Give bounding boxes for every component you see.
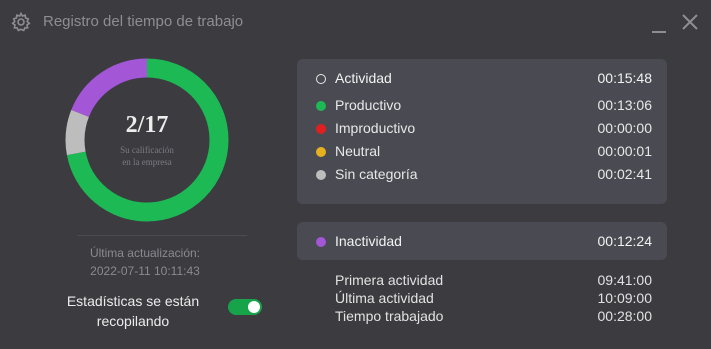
activity-panel: Actividad 00:15:48 Productivo 00:13:06 I…	[297, 59, 667, 204]
score-subtitle-line2: en la empresa	[122, 157, 172, 167]
divider	[77, 235, 247, 236]
stats-line1: Estadísticas se están	[66, 293, 200, 309]
summary-row-last-activity: Última actividad 10:09:00	[297, 290, 667, 307]
summary-row-first-activity: Primera actividad 09:41:00	[297, 272, 667, 289]
window-title: Registro del tiempo de trabajo	[43, 13, 244, 30]
activity-row-unproductive: Improductivo 00:00:00	[297, 120, 667, 138]
toggle-knob	[248, 301, 260, 313]
stats-line2: recopilando	[96, 313, 170, 329]
activity-item-label: Sin categoría	[335, 166, 418, 182]
gray-dot-icon	[316, 170, 326, 180]
summary-label: Tiempo trabajado	[335, 308, 444, 324]
activity-item-value: 00:00:00	[597, 120, 653, 136]
summary-value: 10:09:00	[597, 290, 653, 306]
activity-header-row: Actividad 00:15:48	[297, 70, 667, 88]
score-subtitle-line1: Su calificación	[120, 145, 174, 155]
activity-item-label: Improductivo	[335, 120, 416, 136]
red-dot-icon	[316, 124, 326, 134]
activity-row-neutral: Neutral 00:00:01	[297, 143, 667, 161]
activity-item-value: 00:13:06	[597, 97, 653, 113]
ring-icon	[316, 74, 326, 84]
score-value: 2/17	[125, 112, 169, 138]
purple-dot-icon	[316, 237, 326, 247]
activity-item-label: Neutral	[335, 143, 381, 159]
score-subtitle: Su calificación en la empresa	[93, 144, 201, 168]
activity-row-uncategorized: Sin categoría 00:02:41	[297, 166, 667, 184]
title-bar: Registro del tiempo de trabajo	[0, 0, 711, 44]
activity-label: Actividad	[335, 70, 392, 86]
summary-row-time-worked: Tiempo trabajado 00:28:00	[297, 308, 667, 325]
activity-item-label: Productivo	[335, 97, 402, 113]
gear-icon[interactable]	[11, 12, 31, 32]
inactivity-row: Inactividad 00:12:24	[297, 233, 667, 251]
last-update-label: Última actualización:	[89, 246, 201, 260]
green-dot-icon	[316, 101, 326, 111]
inactivity-panel: Inactividad 00:12:24	[297, 222, 667, 260]
activity-value: 00:15:48	[597, 70, 653, 86]
summary-list: Primera actividad 09:41:00 Última activi…	[297, 272, 667, 328]
stats-toggle[interactable]	[228, 299, 262, 315]
close-icon[interactable]	[681, 13, 699, 31]
minimize-icon[interactable]	[652, 31, 666, 33]
activity-row-productive: Productivo 00:13:06	[297, 97, 667, 115]
summary-value: 09:41:00	[597, 272, 653, 288]
yellow-dot-icon	[316, 147, 326, 157]
summary-label: Primera actividad	[335, 272, 444, 288]
activity-item-value: 00:00:01	[597, 143, 653, 159]
last-update-time: 2022-07-11 10:11:43	[90, 264, 200, 278]
summary-value: 00:28:00	[597, 308, 653, 324]
inactivity-value: 00:12:24	[597, 233, 653, 249]
activity-item-value: 00:02:41	[597, 166, 653, 182]
inactivity-label: Inactividad	[335, 233, 402, 249]
score-donut	[65, 58, 229, 222]
stats-collecting-label: Estadísticas se están recopilando	[55, 291, 211, 331]
summary-label: Última actividad	[335, 290, 434, 306]
